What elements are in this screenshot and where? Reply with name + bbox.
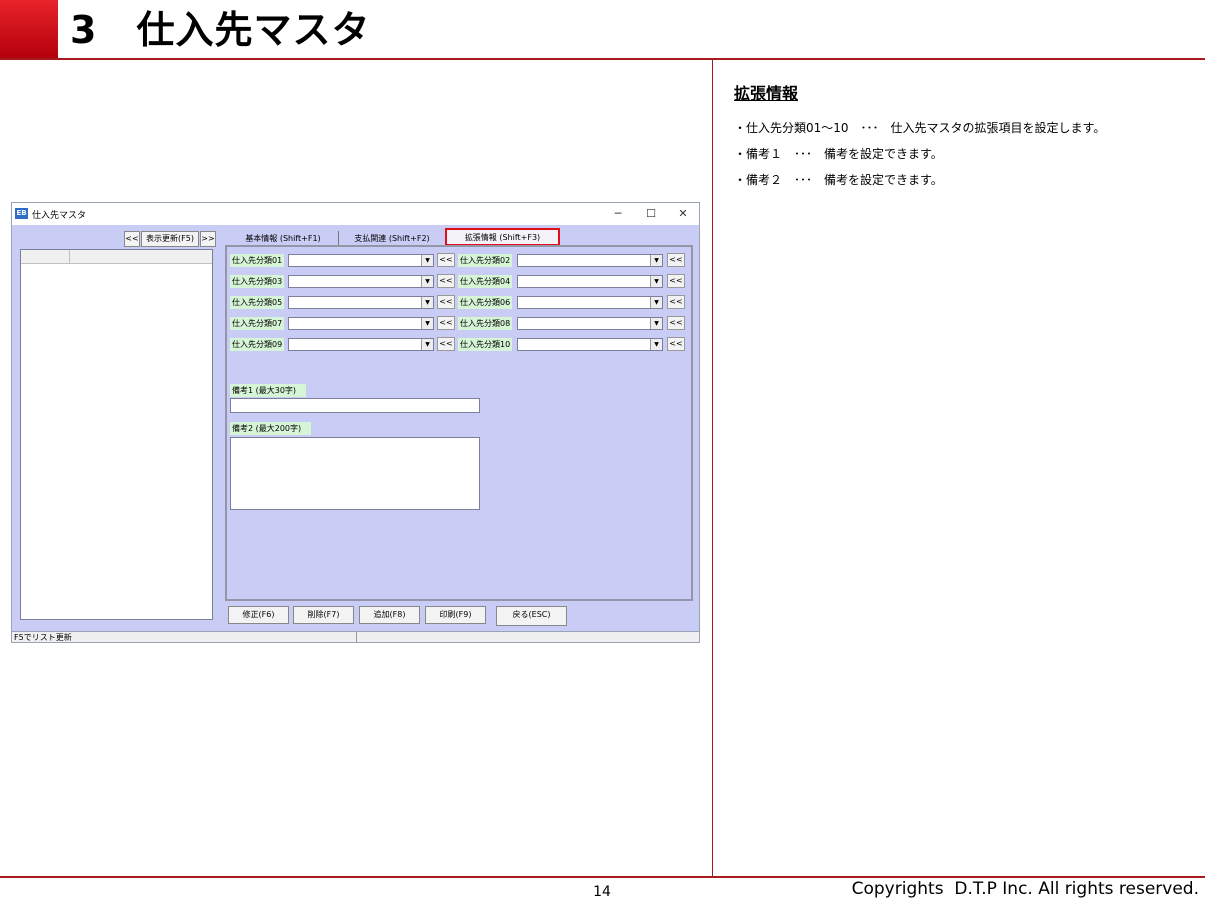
supplier-class-01-button[interactable]: << [437,253,455,267]
field-label-06: 仕入先分類06 [458,296,513,309]
page-number: 14 [593,884,611,900]
ext-info-line-3: ・備考２ ･･･ 備考を設定できます。 [734,173,943,187]
list-header [21,250,212,264]
status-bar: F5でリスト更新 [12,631,699,642]
chevron-down-icon: ▼ [421,276,433,287]
title-accent-block [0,0,58,60]
supplier-class-09-button[interactable]: << [437,337,455,351]
delete-button[interactable]: 削除(F7) [293,606,354,624]
field-label-03: 仕入先分類03 [230,275,285,288]
field-label-05: 仕入先分類05 [230,296,285,309]
title-rule [0,58,1205,60]
supplier-class-10-button[interactable]: << [667,337,685,351]
supplier-class-04-button[interactable]: << [667,274,685,288]
chevron-down-icon: ▼ [421,318,433,329]
memo2-textarea[interactable] [230,437,480,510]
chevron-down-icon: ▼ [650,339,662,350]
list-next-button[interactable]: >> [200,231,216,247]
supplier-class-08-select[interactable]: ▼ [517,317,663,330]
modify-button[interactable]: 修正(F6) [228,606,289,624]
ext-info-heading: 拡張情報 [734,84,799,103]
supplier-class-05-button[interactable]: << [437,295,455,309]
chevron-down-icon: ▼ [421,339,433,350]
copyright-text: Copyrights D.T.P Inc. All rights reserve… [851,879,1199,899]
supplier-class-02-button[interactable]: << [667,253,685,267]
field-label-08: 仕入先分類08 [458,317,513,330]
field-label-01: 仕入先分類01 [230,254,285,267]
add-button[interactable]: 追加(F8) [359,606,420,624]
supplier-class-03-select[interactable]: ▼ [288,275,434,288]
close-icon[interactable]: ✕ [668,205,698,223]
ext-info-line-2: ・備考１ ･･･ 備考を設定できます。 [734,147,943,161]
memo1-input[interactable] [230,398,480,413]
supplier-class-02-select[interactable]: ▼ [517,254,663,267]
supplier-class-07-button[interactable]: << [437,316,455,330]
supplier-class-06-button[interactable]: << [667,295,685,309]
field-label-02: 仕入先分類02 [458,254,513,267]
column-divider [712,60,713,877]
field-label-09: 仕入先分類09 [230,338,285,351]
memo2-label: 備考2 (最大200字) [230,422,312,435]
chevron-down-icon: ▼ [421,255,433,266]
supplier-class-08-button[interactable]: << [667,316,685,330]
list-column-divider [69,250,70,263]
supplier-class-04-select[interactable]: ▼ [517,275,663,288]
supplier-class-06-select[interactable]: ▼ [517,296,663,309]
field-label-07: 仕入先分類07 [230,317,285,330]
app-icon: EB [15,208,28,219]
supplier-class-01-select[interactable]: ▼ [288,254,434,267]
back-button[interactable]: 戻る(ESC) [496,606,567,626]
maximize-icon[interactable]: ☐ [636,205,666,223]
status-text: F5でリスト更新 [14,633,72,642]
supplier-class-03-button[interactable]: << [437,274,455,288]
extended-info-panel: 仕入先分類01 ▼ << 仕入先分類02 ▼ << 仕入先分類03 ▼ << 仕… [225,245,693,601]
field-label-10: 仕入先分類10 [458,338,513,351]
status-divider [356,632,357,642]
page-title: 3 仕入先マスタ [70,8,371,52]
chevron-down-icon: ▼ [650,318,662,329]
window-title: 仕入先マスタ [32,211,87,221]
tab-extended-info[interactable]: 拡張情報 (Shift+F3) [445,228,560,246]
supplier-master-window: EB 仕入先マスタ ─ ☐ ✕ << 表示更新(F5) >> 基本情報 (Shi… [11,202,700,643]
supplier-class-09-select[interactable]: ▼ [288,338,434,351]
chevron-down-icon: ▼ [650,276,662,287]
chevron-down-icon: ▼ [650,297,662,308]
chevron-down-icon: ▼ [421,297,433,308]
refresh-list-button[interactable]: 表示更新(F5) [141,231,199,247]
memo1-label: 備考1 (最大30字) [230,384,307,397]
chevron-down-icon: ▼ [650,255,662,266]
window-client: << 表示更新(F5) >> 基本情報 (Shift+F1) 支払関連 (Shi… [12,225,699,631]
window-titlebar: EB 仕入先マスタ ─ ☐ ✕ [12,203,699,225]
supplier-class-05-select[interactable]: ▼ [288,296,434,309]
field-label-04: 仕入先分類04 [458,275,513,288]
list-prev-button[interactable]: << [124,231,140,247]
supplier-class-10-select[interactable]: ▼ [517,338,663,351]
minimize-icon[interactable]: ─ [603,205,633,223]
supplier-list[interactable] [20,249,213,620]
supplier-class-07-select[interactable]: ▼ [288,317,434,330]
print-button[interactable]: 印刷(F9) [425,606,486,624]
footer-rule [0,876,1205,878]
ext-info-line-1: ・仕入先分類01～10 ･･･ 仕入先マスタの拡張項目を設定します。 [734,121,1106,135]
